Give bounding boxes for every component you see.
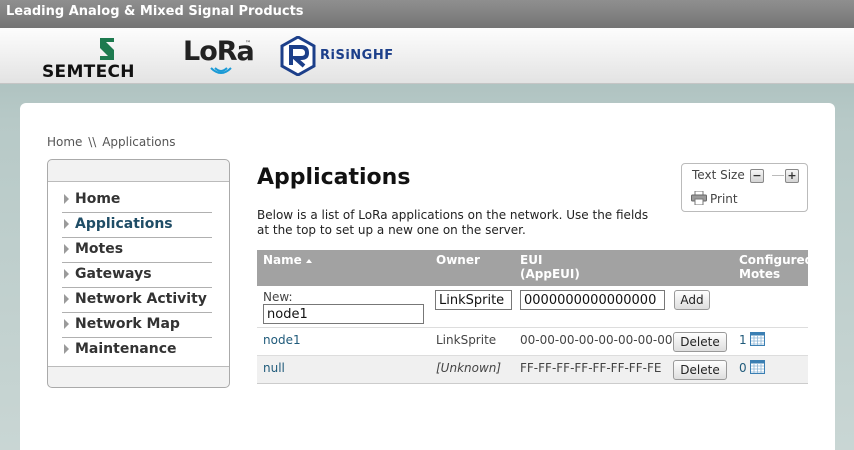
print-link[interactable]: Print <box>710 192 738 206</box>
semtech-logo[interactable]: SEMTECH <box>42 36 172 82</box>
new-app-name-input[interactable] <box>263 304 424 324</box>
sidebar-item-label: Network Activity <box>75 291 207 307</box>
risinghf-logo[interactable]: RiSiNGHF <box>280 36 393 80</box>
sidebar-item-network-map[interactable]: Network Map <box>62 313 212 338</box>
column-header-owner: Owner <box>436 253 480 267</box>
sidebar-item-label: Gateways <box>75 266 152 282</box>
column-header-motes-line1: Configured <box>739 253 814 267</box>
risinghf-badge-icon <box>280 36 316 76</box>
sidebar-item-label: Home <box>75 191 121 207</box>
new-row-label: New: <box>263 290 293 304</box>
text-size-increase-button[interactable]: + <box>785 169 799 183</box>
text-size-panel: Text Size − + Print <box>681 163 808 212</box>
page-intro: Below is a list of LoRa applications on … <box>257 208 649 237</box>
chevron-right-icon <box>64 344 69 354</box>
semtech-logo-text: SEMTECH <box>42 62 135 82</box>
sidebar: Home Applications Motes Gateways Network… <box>47 159 230 388</box>
configured-motes-count[interactable]: 0 <box>739 361 747 375</box>
breadcrumb-home[interactable]: Home <box>47 135 82 149</box>
table-row: node1 LinkSprite 00-00-00-00-00-00-00-00… <box>257 328 808 356</box>
semtech-mark-icon <box>100 38 114 60</box>
chevron-right-icon <box>64 294 69 304</box>
column-header-name-label: Name <box>263 253 302 267</box>
app-eui: FF-FF-FF-FF-FF-FF-FF-FE <box>520 361 662 375</box>
lora-logo[interactable]: LoRa ™ <box>183 36 263 80</box>
delete-button[interactable]: Delete <box>673 360 727 380</box>
text-size-label: Text Size <box>692 168 745 182</box>
column-header-eui-line2: (AppEUI) <box>520 267 580 281</box>
lora-tm: ™ <box>245 40 251 47</box>
app-name-link[interactable]: node1 <box>263 333 301 347</box>
header: SEMTECH LoRa ™ RiSiNGHF <box>0 28 854 84</box>
lora-waves-icon <box>210 67 232 74</box>
calendar-icon[interactable] <box>750 332 765 346</box>
breadcrumb-separator: \\ <box>88 135 97 149</box>
sidebar-item-motes[interactable]: Motes <box>62 238 212 263</box>
page-title: Applications <box>257 165 411 190</box>
app-owner: [Unknown] <box>436 361 502 375</box>
lora-logo-text: LoRa <box>183 36 255 67</box>
calendar-icon[interactable] <box>750 360 765 374</box>
sort-up-icon <box>305 258 312 263</box>
top-bar: Leading Analog & Mixed Signal Products <box>0 0 854 28</box>
column-header-owner-label: Owner <box>436 253 480 267</box>
column-header-eui-line1: EUI <box>520 253 543 267</box>
new-application-row: New: Add <box>257 286 808 328</box>
new-app-eui-input[interactable] <box>520 290 665 310</box>
chevron-right-icon <box>64 269 69 279</box>
printer-icon[interactable] <box>691 191 707 205</box>
sidebar-item-maintenance[interactable]: Maintenance <box>62 338 212 363</box>
column-header-name[interactable]: Name <box>263 253 312 267</box>
delete-button[interactable]: Delete <box>673 332 727 352</box>
sidebar-item-label: Applications <box>75 216 173 232</box>
configured-motes-count[interactable]: 1 <box>739 333 747 347</box>
table-header: Name Owner EUI (AppEUI) Configured Motes <box>257 250 813 286</box>
chevron-right-icon <box>64 194 69 204</box>
text-size-divider <box>772 175 784 176</box>
chevron-right-icon <box>64 219 69 229</box>
sidebar-menu: Home Applications Motes Gateways Network… <box>48 181 229 367</box>
breadcrumb: Home \\ Applications <box>47 135 176 149</box>
breadcrumb-current: Applications <box>102 135 176 149</box>
table-row: null [Unknown] FF-FF-FF-FF-FF-FF-FF-FE D… <box>257 356 808 384</box>
sidebar-item-label: Network Map <box>75 316 180 332</box>
column-header-motes-line2: Motes <box>739 267 781 281</box>
chevron-right-icon <box>64 319 69 329</box>
app-owner: LinkSprite <box>436 333 497 347</box>
text-size-decrease-button[interactable]: − <box>750 169 764 183</box>
sidebar-item-home[interactable]: Home <box>62 188 212 213</box>
column-header-motes: Configured Motes <box>739 253 813 281</box>
site-tagline: Leading Analog & Mixed Signal Products <box>6 4 304 19</box>
sidebar-item-label: Maintenance <box>75 341 177 357</box>
sidebar-item-label: Motes <box>75 241 124 257</box>
sidebar-item-network-activity[interactable]: Network Activity <box>62 288 212 313</box>
column-header-eui: EUI (AppEUI) <box>520 253 580 281</box>
new-app-owner-input[interactable] <box>435 290 512 310</box>
sidebar-item-applications[interactable]: Applications <box>62 213 212 238</box>
sidebar-item-gateways[interactable]: Gateways <box>62 263 212 288</box>
add-button[interactable]: Add <box>674 290 710 310</box>
chevron-right-icon <box>64 244 69 254</box>
app-eui: 00-00-00-00-00-00-00-00 <box>520 333 673 347</box>
app-name-link[interactable]: null <box>263 361 285 375</box>
risinghf-logo-text: RiSiNGHF <box>320 48 394 63</box>
